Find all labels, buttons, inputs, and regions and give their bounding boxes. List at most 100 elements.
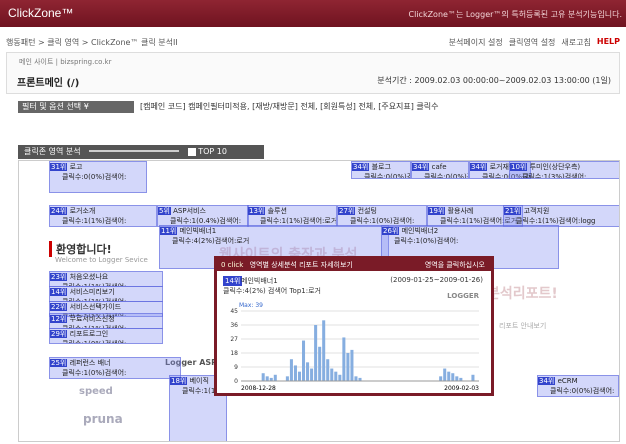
site-label: 메인 사이트 | bizspring.co.kr (19, 58, 112, 66)
zone-rank: 25위 (50, 359, 68, 367)
zone-rank: 31위 (50, 163, 68, 171)
site-panel: 메인 사이트 | bizspring.co.kr 프론트메인 (/) 분석기간 … (6, 52, 620, 94)
filter-summary: [캠페인 코드] 캠페인필터미적용, [재방/재방문] 전체, [회원특성] 전… (140, 102, 439, 111)
popup-range: (2009-01-25~2009-01-26) (390, 276, 483, 284)
click-zone[interactable]: 25위 레퍼런스 배너클릭수:1(0%)검색어: (49, 357, 181, 379)
zone-title: 고객지원 (523, 207, 550, 215)
chart-bar (338, 374, 342, 381)
zone-rank: 26위 (382, 227, 400, 235)
help-link[interactable]: HELP (597, 37, 620, 48)
top10-label: TOP 10 (198, 147, 227, 156)
click-zone[interactable]: 34위 cafe 클릭수:0(0%)검색어: (411, 161, 469, 179)
chart-bar (334, 371, 338, 381)
click-zone[interactable]: 5위 ASP서비스 클릭수:1(0.4%)검색어: (157, 205, 249, 227)
zone-rank: 10위 (510, 163, 528, 171)
zone-title: 활용사례 (447, 207, 474, 215)
zone-title: 서비스선택가이드 (69, 303, 122, 311)
click-zone[interactable]: 23위 처음오셨나요 클릭수:1(1%)검색어: (49, 271, 163, 287)
zone-rank: 27위 (338, 207, 356, 215)
click-zone[interactable]: 13위 솔루션 클릭수:1(1%)검색어:로거 (247, 205, 337, 227)
chart-bar (261, 373, 265, 381)
zone-rank: 34위 (352, 163, 370, 171)
chart-bar (285, 376, 289, 381)
popup-title: 메인빅배너1 (241, 277, 278, 285)
welcome-subtitle: Welcome to Logger Sevice (55, 256, 148, 264)
top10-checkbox[interactable] (187, 147, 196, 156)
y-tick-label: 36 (230, 322, 238, 329)
zone-rank: 13위 (248, 207, 266, 215)
zone-title: eCRM (557, 377, 578, 385)
zone-rank: 23위 (50, 273, 68, 281)
zone-clicks: 클릭수:4(2%)검색어:로거 (172, 237, 250, 245)
chart-bar (455, 376, 459, 381)
chart-max-label: Max: 39 (239, 302, 263, 309)
filter-options-button[interactable]: 필터 및 옵션 선택 ¥ (18, 101, 134, 113)
y-tick-label: 45 (230, 308, 238, 315)
click-zone[interactable]: 24위 로거소개 클릭수:1(1%)검색어: (49, 205, 157, 227)
y-tick-label: 18 (230, 350, 238, 357)
page-title: 프론트메인 (/) (17, 78, 80, 89)
analysis-settings-link[interactable]: 분석페이지 설정 (449, 37, 503, 48)
click-zone[interactable]: 12위 무료서비스신청 클릭수:1(1%)검색어: (49, 313, 163, 329)
chart-bar (451, 373, 455, 381)
zone-clicks: 클릭수:0(0%)검색어: (550, 387, 615, 395)
zone-title: 무료서비스신청 (69, 315, 115, 323)
zone-title: 처음오셨나요 (69, 273, 109, 281)
click-zone[interactable]: 31위 로고 클릭수:0(0%)검색어: (49, 161, 147, 193)
zone-title: 투미인(상단우측) (529, 163, 581, 171)
chart-bar (293, 365, 297, 381)
zone-rank: 24위 (50, 207, 68, 215)
zone-title: 블로그 (371, 163, 391, 171)
chart-bar (326, 359, 330, 381)
chart-bar (314, 325, 318, 381)
click-zone[interactable]: 14위 서비스미리보기 클릭수:1(1%)검색어: (49, 286, 163, 302)
zone-rank: 34위 (412, 163, 430, 171)
chart-bar (297, 371, 302, 381)
click-zone[interactable]: 29위 리포트로그인 클릭수:1(0%)검색어: (49, 328, 163, 344)
popup-header: 0 click 영역별 상세분석 리포트 자세히보기 영역을 클릭하십시오 (217, 259, 491, 271)
zone-title: 레퍼런스 배너 (69, 359, 111, 367)
click-trend-chart: Max: 39 0 9 18 27 36 45 2008-12-28 2009-02-03 (230, 302, 479, 392)
breadcrumb: 행동패턴 > 클릭 영역 > ClickZone™ 클릭 분석II (6, 38, 178, 47)
chart-bar (302, 340, 306, 381)
popup-click-label: 0 click (221, 261, 244, 269)
click-area-settings-link[interactable]: 클릭영역 설정 (509, 37, 556, 48)
top-bar: ClickZone™ ClickZone™는 Logger™의 특허등록된 고유… (0, 0, 626, 27)
zone-rank: 5위 (158, 207, 171, 215)
x-start-label: 2008-12-28 (241, 385, 276, 392)
click-zone[interactable]: 21위 고객지원 클릭수:1(1%)검색어:logg (503, 205, 619, 227)
zone-clicks: 클릭수:1(0%)검색어: (62, 369, 127, 377)
click-zone[interactable]: 34위 eCRM 클릭수:0(0%)검색어: (537, 375, 619, 397)
chart-bar (354, 376, 358, 381)
app-notice: ClickZone™는 Logger™의 특허등록된 고유 분석기능입니다. (408, 10, 622, 19)
chart-bar (322, 320, 326, 381)
chart-bar (318, 346, 322, 381)
refresh-link[interactable]: 새로고침 (561, 37, 590, 48)
zone-title: 로고 (69, 163, 83, 171)
zone-title: ASP서비스 (173, 207, 206, 215)
chart-bar (471, 374, 475, 381)
popup-rank: 14위 (223, 276, 243, 286)
zone-clicks: 클릭수:0(0%)검색어: (364, 173, 410, 179)
popup-header-title[interactable]: 영역별 상세분석 리포트 자세히보기 (250, 261, 353, 269)
click-zone[interactable]: 34위 블로그클릭수:0(0%)검색어: (351, 161, 411, 179)
zone-detail-popup: 0 click 영역별 상세분석 리포트 자세히보기 영역을 클릭하십시오 14… (214, 256, 494, 396)
zone-rank: 34위 (470, 163, 488, 171)
report-guide-link[interactable]: 리포트 안내보기 (499, 321, 546, 331)
chart-bar (350, 349, 354, 381)
zone-rank: 19위 (428, 207, 446, 215)
click-zone[interactable]: 10위 투미인(상단우측) 클릭수:1(3%)검색어: (509, 161, 619, 179)
logger-logo: LOGGER (447, 292, 479, 300)
app-title: ClickZone™ (8, 6, 74, 20)
opacity-slider[interactable] (89, 149, 180, 152)
zone-title: 메인빅배너1 (179, 227, 217, 235)
zone-clicks: 클릭수:1(3%)검색어: (522, 173, 587, 179)
zone-clicks: 클릭수:1(1%)검색어: (62, 217, 127, 225)
zone-title: 컨설팅 (357, 207, 377, 215)
chart-bar (439, 376, 443, 381)
analysis-period: 분석기간 : 2009.02.03 00:00:00~2009.02.03 13… (377, 76, 611, 85)
chart-bar (289, 359, 293, 381)
zone-clicks: 클릭수:1(0%)검색어: (62, 340, 127, 344)
zone-title: 리포트로그인 (69, 330, 109, 338)
click-zone[interactable]: 27위 컨설팅 클릭수:1(0%)검색어: (337, 205, 427, 227)
